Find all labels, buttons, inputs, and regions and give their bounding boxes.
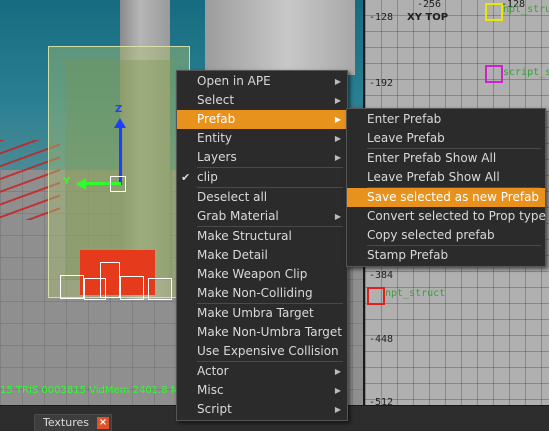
wire-crate xyxy=(148,278,172,300)
menu-item-clip[interactable]: ✔ clip xyxy=(177,168,347,187)
menu-item-label: Leave Prefab xyxy=(367,131,445,145)
menu-item-label: Misc xyxy=(197,383,224,397)
entity-label: npt_struct xyxy=(385,288,446,299)
menu-item-make-non-umbra-target[interactable]: Make Non-Umbra Target xyxy=(177,323,347,342)
menu-item-label: Make Structural xyxy=(197,229,292,243)
axis-label: -512 xyxy=(369,397,394,405)
chevron-right-icon: ▶ xyxy=(334,115,341,124)
menu-item-stamp-prefab[interactable]: Stamp Prefab xyxy=(347,246,545,265)
chevron-right-icon: ▶ xyxy=(334,367,341,376)
menu-item-label: Layers xyxy=(197,150,237,164)
textures-tab-label: Textures xyxy=(43,416,89,429)
axis-label: -448 xyxy=(369,334,394,345)
menu-item-label: Convert selected to Prop type xyxy=(367,209,546,223)
menu-item-label: Deselect all xyxy=(197,190,268,204)
menu-item-label: Script xyxy=(197,402,232,416)
menu-item-label: Enter Prefab Show All xyxy=(367,151,497,165)
chevron-right-icon: ▶ xyxy=(334,212,341,221)
menu-item-label: Make Detail xyxy=(197,248,268,262)
close-icon[interactable]: × xyxy=(97,417,109,429)
axis-label: -128 xyxy=(369,12,394,23)
menu-item-enter-prefab-show-all[interactable]: Enter Prefab Show All xyxy=(347,149,545,168)
menu-item-leave-prefab-show-all[interactable]: Leave Prefab Show All xyxy=(347,168,545,187)
chevron-right-icon: ▶ xyxy=(334,386,341,395)
context-menu: Open in APE ▶ Select ▶ Prefab ▶ Entity ▶ Lay… xyxy=(176,70,348,421)
gizmo-z-label: Z xyxy=(115,104,123,115)
entity-marker[interactable] xyxy=(485,3,503,21)
menu-item-enter-prefab[interactable]: Enter Prefab xyxy=(347,110,545,129)
menu-item-label: Make Weapon Clip xyxy=(197,267,308,281)
menu-item-label: Select xyxy=(197,93,235,107)
menu-item-leave-prefab[interactable]: Leave Prefab xyxy=(347,129,545,148)
menu-item-label: Open in APE xyxy=(197,74,271,88)
textures-tab[interactable]: Textures × xyxy=(34,414,112,431)
prefab-submenu: Enter Prefab Leave Prefab Enter Prefab S… xyxy=(346,108,546,267)
menu-item-make-umbra-target[interactable]: Make Umbra Target xyxy=(177,304,347,323)
menu-item-label: Save selected as new Prefab xyxy=(367,190,540,204)
menu-item-entity[interactable]: Entity ▶ xyxy=(177,129,347,148)
menu-item-label: Prefab xyxy=(197,112,236,126)
menu-item-copy-selected-prefab[interactable]: Copy selected prefab xyxy=(347,226,545,245)
menu-item-deselect-all[interactable]: Deselect all xyxy=(177,188,347,207)
menu-item-make-weapon-clip[interactable]: Make Weapon Clip xyxy=(177,265,347,284)
wire-crate xyxy=(60,275,84,299)
menu-item-label: Actor xyxy=(197,364,229,378)
menu-item-grab-material[interactable]: Grab Material ▶ xyxy=(177,207,347,226)
menu-item-make-non-colliding[interactable]: Make Non-Colliding xyxy=(177,284,347,303)
chevron-right-icon: ▶ xyxy=(334,153,341,162)
chevron-right-icon: ▶ xyxy=(334,405,341,414)
view-label: XY TOP xyxy=(407,12,449,23)
menu-item-label: Entity xyxy=(197,131,233,145)
menu-item-script[interactable]: Script ▶ xyxy=(177,400,347,419)
menu-item-convert-selected-to-prop-type[interactable]: Convert selected to Prop type xyxy=(347,207,546,226)
menu-item-save-selected-as-new-prefab[interactable]: Save selected as new Prefab xyxy=(347,188,545,207)
wire-crate xyxy=(120,276,144,300)
axis-label: -256 xyxy=(417,0,442,10)
menu-item-label: clip xyxy=(197,170,218,184)
menu-item-make-detail[interactable]: Make Detail xyxy=(177,246,347,265)
menu-item-label: Copy selected prefab xyxy=(367,228,495,242)
menu-item-open-in-ape[interactable]: Open in APE ▶ xyxy=(177,72,347,91)
gizmo-z-arrowhead xyxy=(114,118,126,128)
axis-label: -192 xyxy=(369,78,394,89)
entity-marker[interactable] xyxy=(485,65,503,83)
menu-item-label: Stamp Prefab xyxy=(367,248,449,262)
entity-marker[interactable] xyxy=(367,287,385,305)
menu-item-label: Enter Prefab xyxy=(367,112,442,126)
menu-item-layers[interactable]: Layers ▶ xyxy=(177,148,347,167)
menu-item-actor[interactable]: Actor ▶ xyxy=(177,362,347,381)
menu-item-make-structural[interactable]: Make Structural xyxy=(177,227,347,246)
menu-item-label: Grab Material xyxy=(197,209,279,223)
entity-label: script_struct xyxy=(503,67,549,78)
menu-item-label: Make Umbra Target xyxy=(197,306,314,320)
checkmark-icon: ✔ xyxy=(181,171,191,184)
gizmo-y-label: Y xyxy=(63,176,71,187)
entity-label: npt_struct xyxy=(503,4,549,15)
gizmo-center-handle[interactable] xyxy=(110,176,126,192)
menu-item-label: Make Non-Colliding xyxy=(197,286,313,300)
tower-geometry xyxy=(205,0,355,75)
menu-item-label: Leave Prefab Show All xyxy=(367,170,500,184)
gizmo-y-arrowhead xyxy=(76,178,86,190)
menu-item-prefab[interactable]: Prefab ▶ xyxy=(177,110,347,129)
axis-label: -384 xyxy=(369,270,394,281)
wire-crate xyxy=(100,262,120,298)
menu-item-label: Use Expensive Collision xyxy=(197,344,339,358)
chevron-right-icon: ▶ xyxy=(334,134,341,143)
chevron-right-icon: ▶ xyxy=(334,96,341,105)
menu-item-use-expensive-collision[interactable]: Use Expensive Collision xyxy=(177,342,347,361)
menu-item-select[interactable]: Select ▶ xyxy=(177,91,347,110)
menu-item-label: Make Non-Umbra Target xyxy=(197,325,342,339)
chevron-right-icon: ▶ xyxy=(334,77,341,86)
menu-item-misc[interactable]: Misc ▶ xyxy=(177,381,347,400)
